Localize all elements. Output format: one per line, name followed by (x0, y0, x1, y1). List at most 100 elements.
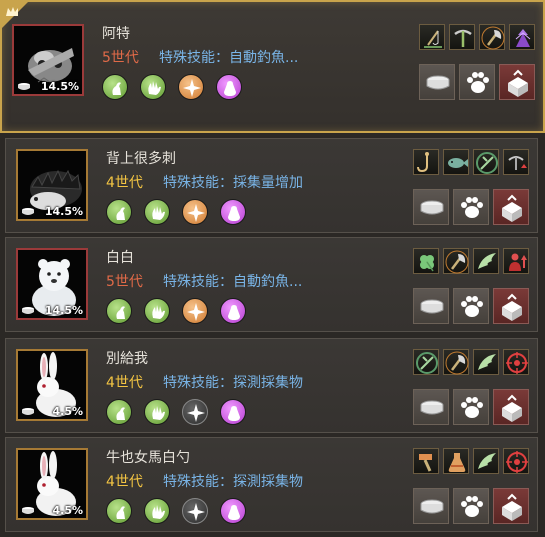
wing-icon[interactable] (473, 349, 499, 375)
hook-icon[interactable] (413, 149, 439, 175)
gather-trait-icon[interactable] (102, 74, 128, 100)
pet-special-skill: 特殊技能：採集量增加 (163, 175, 303, 191)
pet-portrait: 14.5% (16, 149, 88, 221)
pet-actions (413, 288, 529, 324)
axe-icon[interactable] (443, 349, 469, 375)
pet-special-skill: 特殊技能：自動釣魚... (163, 274, 303, 290)
bag-trait-icon[interactable] (220, 298, 246, 324)
skill-icons (413, 349, 531, 375)
fishing-icon[interactable] (419, 24, 445, 50)
paw-button[interactable] (459, 64, 495, 100)
pet-portrait: 4.5% (16, 448, 88, 520)
hand-trait-icon[interactable] (144, 498, 170, 524)
pet-special-skill: 特殊技能：探測採集物 (163, 375, 303, 391)
pet-percent: 4.5% (52, 405, 83, 418)
hunger-icon (21, 207, 35, 216)
pet-generation: 4世代 (106, 175, 143, 191)
pet-actions (419, 64, 535, 100)
pet-generation: 5世代 (102, 50, 139, 66)
hunger-icon (21, 306, 35, 315)
hand-trait-icon[interactable] (140, 74, 166, 100)
feed-button[interactable] (413, 389, 449, 425)
pet-card[interactable]: 14.5% 白白 5世代 特殊技能：自動釣魚... (5, 237, 538, 332)
potion-icon[interactable] (443, 448, 469, 474)
pickaxe-up-icon[interactable] (503, 149, 529, 175)
fish-icon[interactable] (443, 149, 469, 175)
pet-generation: 5世代 (106, 274, 143, 290)
wing-icon[interactable] (473, 248, 499, 274)
gather-icon[interactable] (473, 149, 499, 175)
target-icon[interactable] (503, 448, 529, 474)
person-up-icon[interactable] (503, 248, 529, 274)
hand-trait-icon[interactable] (144, 399, 170, 425)
bag-trait-icon[interactable] (220, 199, 246, 225)
pet-actions (413, 389, 529, 425)
feed-button[interactable] (413, 488, 449, 524)
gather-trait-icon[interactable] (106, 498, 132, 524)
pet-portrait: 14.5% (16, 248, 88, 320)
pet-name: 白白 (106, 250, 134, 266)
feed-button[interactable] (419, 64, 455, 100)
wing-icon[interactable] (473, 448, 499, 474)
pet-name: 背上很多刺 (106, 151, 176, 167)
gather-trait-icon[interactable] (106, 298, 132, 324)
upgrade-icon[interactable] (509, 24, 535, 50)
release-button[interactable] (493, 488, 529, 524)
bag-trait-icon[interactable] (216, 74, 242, 100)
gather-icon[interactable] (413, 349, 439, 375)
release-button[interactable] (493, 288, 529, 324)
compass-trait-icon[interactable] (182, 498, 208, 524)
compass-trait-icon[interactable] (178, 74, 204, 100)
compass-trait-icon[interactable] (182, 199, 208, 225)
skill-icons (419, 24, 537, 50)
pet-card[interactable]: 4.5% 別給我 4世代 特殊技能：探測採集物 (5, 338, 538, 433)
compass-trait-icon[interactable] (182, 298, 208, 324)
hammer-icon[interactable] (413, 448, 439, 474)
hunger-icon (21, 407, 35, 416)
pet-percent: 4.5% (52, 504, 83, 517)
skill-icons (413, 248, 531, 274)
pet-name: 別給我 (106, 351, 148, 367)
paw-button[interactable] (453, 189, 489, 225)
pet-generation: 4世代 (106, 474, 143, 490)
axe-icon[interactable] (479, 24, 505, 50)
paw-button[interactable] (453, 488, 489, 524)
skill-icons (413, 448, 531, 474)
feed-button[interactable] (413, 288, 449, 324)
pet-special-skill: 特殊技能：探測採集物 (163, 474, 303, 490)
pet-list: 14.5% 阿特 5世代 特殊技能：自動釣魚... 14.5% 背上很多刺 4世代 特殊技能：… (0, 0, 545, 537)
bag-trait-icon[interactable] (220, 399, 246, 425)
pet-card[interactable]: 14.5% 阿特 5世代 特殊技能：自動釣魚... (0, 0, 545, 133)
clover-icon[interactable] (413, 248, 439, 274)
pet-percent: 14.5% (44, 304, 83, 317)
pet-actions (413, 189, 529, 225)
pet-card[interactable]: 4.5% 牛也女馬白勺 4世代 特殊技能：探測採集物 (5, 437, 538, 532)
gather-trait-icon[interactable] (106, 199, 132, 225)
hunger-icon (17, 82, 31, 91)
pet-special-skill: 特殊技能：自動釣魚... (159, 50, 299, 66)
pet-actions (413, 488, 529, 524)
hand-trait-icon[interactable] (144, 298, 170, 324)
skill-icons (413, 149, 531, 175)
paw-button[interactable] (453, 389, 489, 425)
pickaxe-icon[interactable] (449, 24, 475, 50)
pet-card[interactable]: 14.5% 背上很多刺 4世代 特殊技能：採集量增加 (5, 138, 538, 233)
bag-trait-icon[interactable] (220, 498, 246, 524)
pet-name: 阿特 (102, 26, 130, 42)
pet-portrait: 4.5% (16, 349, 88, 421)
pet-portrait: 14.5% (12, 24, 84, 96)
axe-icon[interactable] (443, 248, 469, 274)
paw-button[interactable] (453, 288, 489, 324)
hand-trait-icon[interactable] (144, 199, 170, 225)
hunger-icon (21, 506, 35, 515)
pet-percent: 14.5% (40, 80, 79, 93)
pet-name: 牛也女馬白勺 (106, 450, 190, 466)
release-button[interactable] (499, 64, 535, 100)
release-button[interactable] (493, 389, 529, 425)
compass-trait-icon[interactable] (182, 399, 208, 425)
target-icon[interactable] (503, 349, 529, 375)
feed-button[interactable] (413, 189, 449, 225)
pet-generation: 4世代 (106, 375, 143, 391)
release-button[interactable] (493, 189, 529, 225)
gather-trait-icon[interactable] (106, 399, 132, 425)
